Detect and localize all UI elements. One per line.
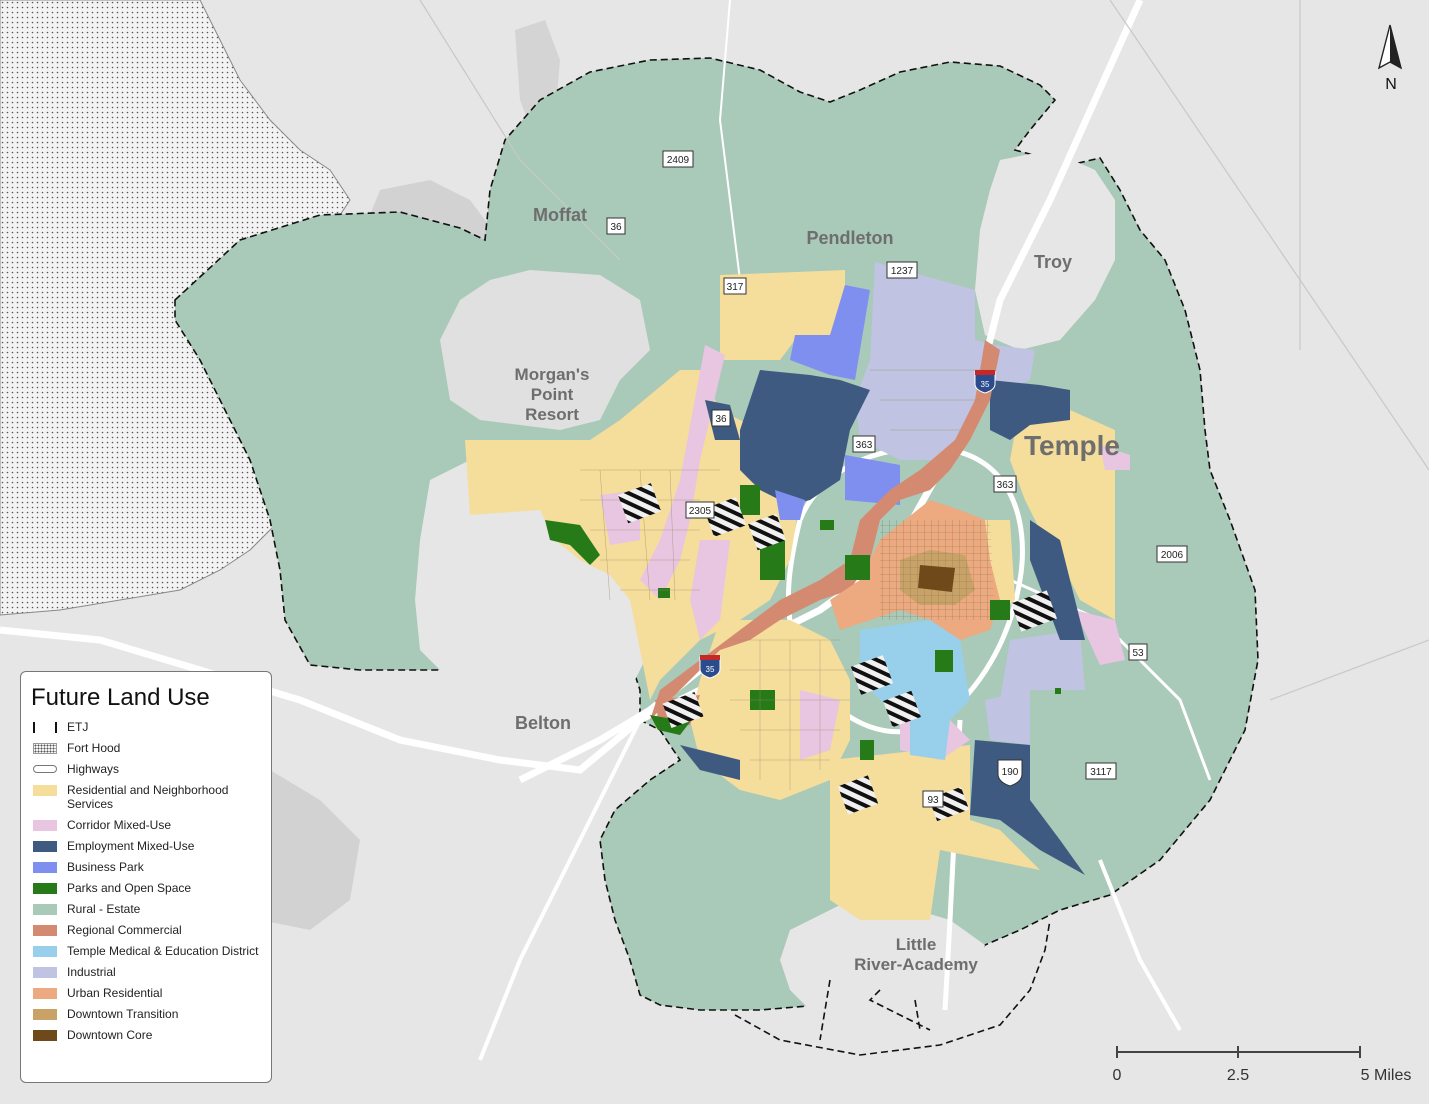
svg-text:53: 53	[1132, 648, 1144, 659]
legend-swatch	[33, 988, 57, 999]
legend-item: Temple Medical & Education District	[31, 944, 261, 958]
legend-swatch	[33, 1030, 57, 1041]
north-arrow-label: N	[1385, 76, 1397, 93]
legend-item: Downtown Core	[31, 1028, 261, 1042]
legend-label: Business Park	[67, 860, 144, 874]
legend-swatch	[33, 785, 57, 796]
svg-text:363: 363	[856, 440, 873, 451]
legend-swatch	[33, 820, 57, 831]
legend-item: Parks and Open Space	[31, 881, 261, 895]
legend-item: Industrial	[31, 965, 261, 979]
legend-label: Highways	[67, 762, 120, 776]
legend-swatch	[33, 743, 57, 754]
legend-item: Downtown Transition	[31, 1007, 261, 1021]
legend-label: Residential and Neighborhood Services	[67, 783, 229, 811]
legend-item: Corridor Mixed-Use	[31, 818, 261, 832]
svg-text:36: 36	[715, 414, 727, 425]
legend-title: Future Land Use	[31, 684, 210, 711]
legend-item: ETJ	[31, 720, 261, 734]
svg-text:317: 317	[727, 282, 744, 293]
route-shield-93: 93	[922, 790, 944, 808]
legend-item: Highways	[31, 762, 261, 776]
legend-label: Industrial	[67, 965, 116, 979]
legend-items: ETJ Fort Hood Highways Residential and Neig…	[31, 720, 261, 1042]
legend-swatch	[33, 925, 57, 936]
town-label-little-river-2: River-Academy	[854, 955, 978, 974]
interstate-shield-35: 35	[974, 370, 996, 394]
legend-label: Fort Hood	[67, 741, 121, 755]
map-legend: Future Land Use ETJ Fort Hood Highways Resi…	[20, 671, 272, 1083]
route-shield-2305: 2305	[685, 501, 715, 519]
legend-swatch	[33, 765, 57, 773]
svg-text:2409: 2409	[667, 155, 690, 166]
route-shield-1237: 1237	[886, 261, 918, 279]
interstate-shield-35-b: 35	[699, 655, 721, 679]
route-shield-3117: 3117	[1085, 762, 1117, 780]
legend-label: Parks and Open Space	[67, 881, 192, 895]
svg-text:190: 190	[1002, 767, 1019, 778]
route-shield-36: 36	[606, 217, 626, 235]
downtown-core-area	[918, 565, 955, 592]
legend-label: Regional Commercial	[67, 923, 182, 937]
legend-swatch	[33, 946, 57, 957]
town-label-pendleton: Pendleton	[806, 228, 893, 248]
route-shield-363-b: 363	[993, 475, 1017, 493]
legend-swatch	[33, 883, 57, 894]
svg-text:35: 35	[706, 665, 715, 674]
legend-swatch	[33, 841, 57, 852]
legend-item: Residential and Neighborhood Services	[31, 783, 261, 811]
legend-item: Rural - Estate	[31, 902, 261, 916]
legend-swatch	[33, 722, 57, 733]
svg-text:36: 36	[610, 222, 622, 233]
route-shield-53: 53	[1128, 643, 1148, 661]
legend-label: ETJ	[67, 720, 89, 734]
legend-swatch	[33, 862, 57, 873]
svg-text:363: 363	[997, 480, 1014, 491]
legend-label: Downtown Transition	[67, 1007, 179, 1021]
svg-text:2006: 2006	[1161, 550, 1184, 561]
route-shield-190: 190	[997, 759, 1023, 787]
route-shield-2006: 2006	[1156, 545, 1188, 563]
legend-swatch	[33, 1009, 57, 1020]
legend-item: Employment Mixed-Use	[31, 839, 261, 853]
legend-label: Corridor Mixed-Use	[67, 818, 172, 832]
legend-item: Regional Commercial	[31, 923, 261, 937]
legend-label: Rural - Estate	[67, 902, 141, 916]
legend-item: Business Park	[31, 860, 261, 874]
town-label-belton: Belton	[515, 713, 571, 733]
legend-label: Urban Residential	[67, 986, 163, 1000]
town-label-troy: Troy	[1034, 252, 1072, 272]
svg-text:2305: 2305	[689, 506, 712, 517]
scale-label-2-5: 2.5	[1227, 1067, 1249, 1084]
legend-item: Fort Hood	[31, 741, 261, 755]
svg-text:3117: 3117	[1090, 767, 1112, 778]
town-label-morgans-point-3: Resort	[525, 405, 579, 424]
future-land-use-map: Moffat Pendleton Troy Morgan's Point Res…	[0, 0, 1429, 1104]
legend-swatch	[33, 904, 57, 915]
route-shield-363: 363	[852, 435, 876, 453]
town-label-little-river-1: Little	[896, 935, 937, 954]
town-label-temple: Temple	[1024, 430, 1120, 461]
town-label-morgans-point-1: Morgan's	[515, 365, 590, 384]
legend-label: Temple Medical & Education District	[67, 944, 259, 958]
scale-label-5-miles: 5 Miles	[1361, 1067, 1412, 1084]
route-shield-36-b: 36	[711, 409, 731, 427]
route-shield-2409: 2409	[662, 150, 694, 168]
scale-label-0: 0	[1113, 1067, 1122, 1084]
svg-text:35: 35	[981, 380, 990, 389]
town-label-morgans-point-2: Point	[531, 385, 574, 404]
route-shield-317: 317	[723, 277, 747, 295]
legend-item: Urban Residential	[31, 986, 261, 1000]
legend-label: Employment Mixed-Use	[67, 839, 195, 853]
legend-swatch	[33, 967, 57, 978]
svg-text:93: 93	[927, 795, 939, 806]
town-label-moffat: Moffat	[533, 205, 587, 225]
svg-text:1237: 1237	[891, 266, 914, 277]
legend-label: Downtown Core	[67, 1028, 153, 1042]
